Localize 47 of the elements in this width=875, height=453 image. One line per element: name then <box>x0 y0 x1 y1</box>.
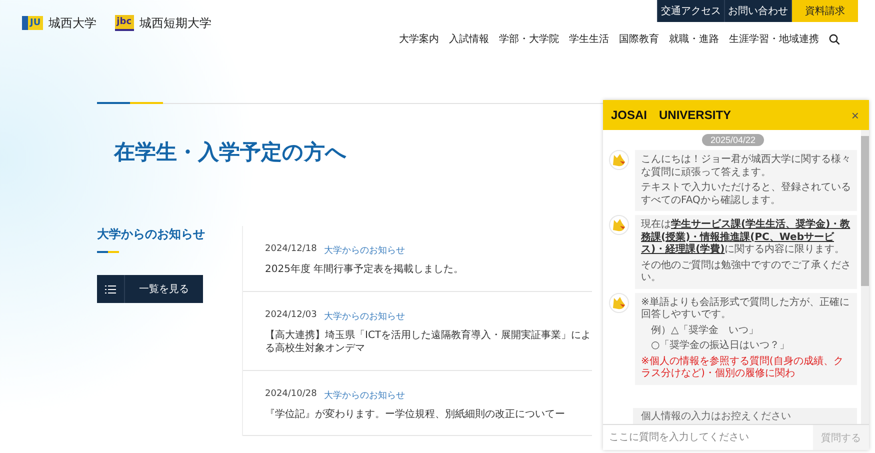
news-date: 2024/10/28 <box>265 388 317 400</box>
nav-link[interactable]: 就職・進路 <box>669 32 719 46</box>
page-title: 在学生・入学予定の方へ <box>114 139 347 166</box>
nav-link[interactable]: 大学案内 <box>399 32 439 46</box>
chat-text: 現在は学生サービス課(学生生活、奨学金)・教務課(授業)・情報推進課(PC、Webサービス)・経理課(学費)に関する内容に限ります。 <box>641 219 851 256</box>
mascot-icon <box>609 150 629 170</box>
chat-text: ○「奨学金の振込日はいつ？」 <box>650 340 791 352</box>
news-category[interactable]: 大学からのお知らせ <box>324 388 405 402</box>
logo-name[interactable]: 城西大学 <box>48 14 97 32</box>
logo-name[interactable]: 城西短期大学 <box>140 14 212 32</box>
chat-text: その他のご質問は勉強中ですのでご了承ください。 <box>641 260 851 284</box>
chat-text: テキストで入力いただけると、登録されているすべてのFAQから確認します。 <box>641 182 851 207</box>
logo-mark[interactable]: JU <box>22 16 43 30</box>
nav-link[interactable]: 生涯学習・地域連携 <box>729 32 819 46</box>
section-heading: 大学からのお知らせ <box>97 226 206 243</box>
chat-text: ※個人の情報を参照する質問(自身の成績、クラス分けなど)・個別の履修に関わ <box>641 356 844 380</box>
top-link[interactable]: 資料請求 <box>791 0 858 22</box>
news-date: 2024/12/03 <box>265 310 317 322</box>
search-icon[interactable] <box>829 34 840 44</box>
list-icon <box>105 284 116 294</box>
close-button[interactable]: × <box>849 108 861 122</box>
view-all-button[interactable]: 一覧を見る <box>97 275 203 303</box>
logo-mark[interactable]: jbc <box>114 15 134 31</box>
nav-link[interactable]: 学部・大学院 <box>499 32 559 46</box>
mascot-icon <box>609 292 629 312</box>
news-date: 2024/12/18 <box>265 244 317 256</box>
nav-link[interactable]: 学生生活 <box>569 32 609 46</box>
scrollbar-thumb[interactable] <box>861 136 869 286</box>
news-category[interactable]: 大学からのお知らせ <box>324 244 405 257</box>
date-tag: 2025/04/22 <box>702 134 764 146</box>
chat-text: 例）△「奨学金 いつ」 <box>650 324 760 337</box>
chat-text: こんにちは！ジョー君が城西大学に関する様々な質問に頑張って答えます。 <box>641 154 851 179</box>
heading-underline <box>97 251 119 253</box>
chat-title: JOSAI UNIVERSITY <box>611 106 732 124</box>
news-title[interactable]: 『学位記』が変わります。ー学位規程、別紙細則の改正についてー <box>265 408 592 421</box>
question-input[interactable]: ここに質問を入力してください <box>603 425 813 450</box>
top-link[interactable]: お問い合わせ <box>724 0 791 22</box>
news-title[interactable]: 2025年度 年間行事予定表を掲載しました。 <box>265 263 592 276</box>
privacy-notice: 個人情報の入力はお控えください <box>633 408 857 424</box>
top-link[interactable]: 交通アクセス <box>657 0 724 22</box>
nav-link[interactable]: 入試情報 <box>449 32 489 46</box>
news-category[interactable]: 大学からのお知らせ <box>324 310 405 322</box>
mascot-icon <box>609 215 629 235</box>
accent-rule <box>97 102 163 104</box>
nav-link[interactable]: 国際教育 <box>619 32 659 46</box>
news-title[interactable]: 【高大連携】埼玉県「ICTを活用した遠隔教育導入・展開実証事業」による高校生対象オンデマ <box>265 328 592 356</box>
chat-text: ※単語よりも会話形式で質問した方が、正確に回答しやすいです。 <box>641 296 850 322</box>
